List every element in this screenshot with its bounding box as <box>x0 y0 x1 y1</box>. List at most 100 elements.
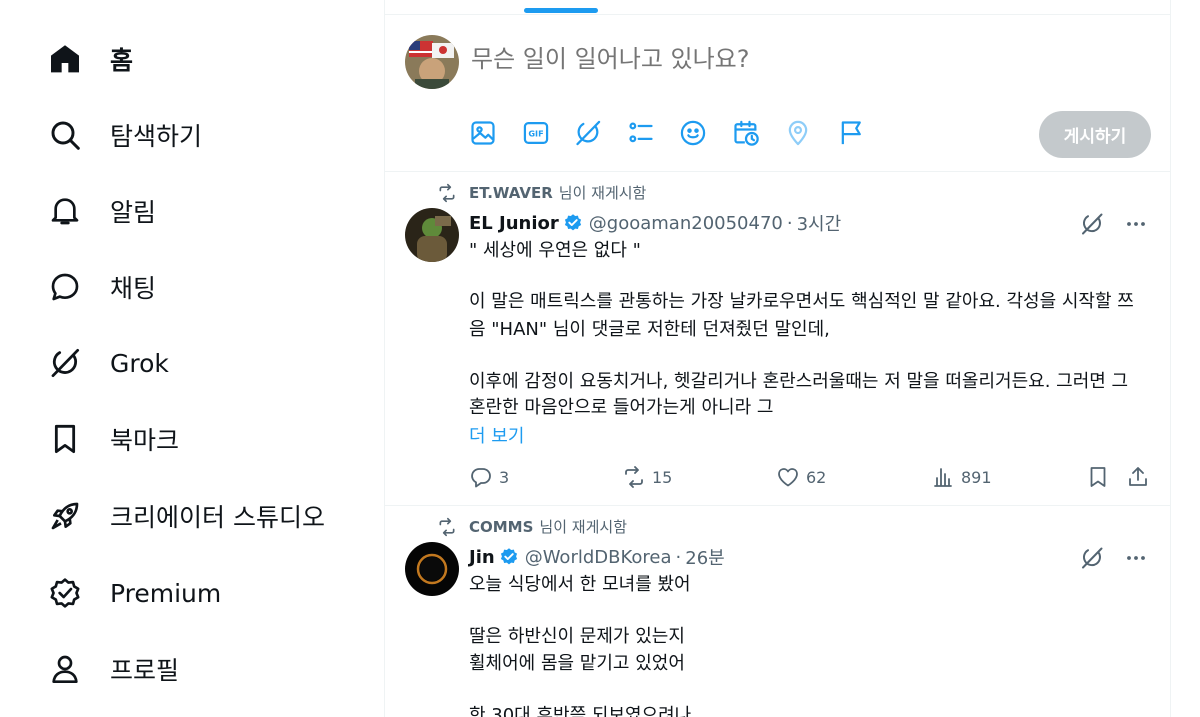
main-timeline: GIF 게시하기 ET.WAVER <box>384 0 1171 717</box>
post-header: Jin @WorldDBKorea · 26분 <box>469 544 725 570</box>
nav-item-chat[interactable]: 채팅 <box>48 262 156 312</box>
author-avatar[interactable] <box>405 208 459 262</box>
nav-item-creator-studio[interactable]: 크리에이터 스튜디오 <box>48 491 325 541</box>
composer-toolbar: GIF <box>469 119 889 149</box>
nav-label-bookmarks: 북마크 <box>110 426 180 455</box>
svg-text:GIF: GIF <box>528 129 543 139</box>
repost-button[interactable]: 15 <box>622 465 672 489</box>
nav-item-premium[interactable]: Premium <box>48 568 221 618</box>
nav-item-grok[interactable]: Grok <box>48 338 169 388</box>
bookmark-icon[interactable] <box>1086 465 1110 489</box>
heart-icon <box>778 468 798 487</box>
composer-avatar[interactable] <box>405 35 459 89</box>
repost-user[interactable]: ET.WAVER <box>469 184 553 202</box>
like-button[interactable]: 62 <box>776 465 826 489</box>
nav-item-profile[interactable]: 프로필 <box>48 644 179 694</box>
nav-item-notifications[interactable]: 알림 <box>48 186 156 236</box>
repost-suffix: 님이 재게시함 <box>558 184 647 202</box>
composer-input[interactable] <box>471 45 991 73</box>
timeline-post[interactable]: ET.WAVER 님이 재게시함 EL Junior @gooaman20050… <box>385 172 1170 506</box>
nav-label-notifications: 알림 <box>110 198 157 227</box>
reply-icon <box>471 468 491 488</box>
chat-bubble-icon <box>48 270 82 304</box>
repost-indicator: COMMS 님이 재게시함 <box>437 516 627 537</box>
post-text-line: 딸은 하반신이 문제가 있는지 <box>469 626 685 647</box>
grok-icon[interactable] <box>1078 544 1106 572</box>
schedule-icon[interactable] <box>732 119 760 147</box>
post-top-actions <box>1062 210 1150 238</box>
active-tab-indicator <box>524 8 598 13</box>
post-button[interactable]: 게시하기 <box>1039 111 1151 158</box>
more-options-icon[interactable] <box>1122 210 1150 238</box>
post-time[interactable]: 3시간 <box>797 210 842 236</box>
header-separator: · <box>786 212 793 234</box>
left-navigation: 홈 탐색하기 알림 채팅 Grok 북마크 크리에이터 스튜디오 Premium… <box>0 0 384 717</box>
show-more-link[interactable]: 더 보기 <box>469 422 524 448</box>
rocket-icon <box>48 499 82 533</box>
flag-icon[interactable] <box>837 119 865 147</box>
grok-icon <box>48 346 82 380</box>
nav-label-explore: 탐색하기 <box>110 122 203 151</box>
view-count: 891 <box>961 467 992 487</box>
gif-icon[interactable]: GIF <box>522 119 550 147</box>
views-button[interactable]: 891 <box>931 465 992 489</box>
nav-item-explore[interactable]: 탐색하기 <box>48 110 202 160</box>
repost-suffix: 님이 재게시함 <box>539 518 627 536</box>
verified-badge-icon <box>564 214 581 231</box>
post-metrics: 3 15 62 891 <box>469 465 1149 495</box>
post-text-line: 한 30대 후반쯤 되보였으려나 <box>469 705 692 717</box>
share-icon[interactable] <box>1126 465 1150 489</box>
author-name[interactable]: EL Junior <box>469 213 559 234</box>
image-icon[interactable] <box>469 119 497 147</box>
nav-label-grok: Grok <box>110 348 169 378</box>
timeline-tab-bar <box>385 0 1170 15</box>
repost-icon <box>439 183 455 202</box>
post-text-line: 휠체어에 몸을 맡기고 있었어 <box>469 653 685 674</box>
emoji-icon[interactable] <box>679 119 707 147</box>
nav-item-home[interactable]: 홈 <box>48 34 133 84</box>
author-handle[interactable]: @WorldDBKorea <box>525 547 672 568</box>
bell-icon <box>48 194 82 228</box>
post-composer: GIF 게시하기 <box>385 15 1170 172</box>
post-text-line: 혼란한 마음안으로 들어가는게 아니라 그 <box>469 397 774 418</box>
post-text-line: 음 "HAN" 님이 댓글로 저한테 던져줬던 말인데, <box>469 319 830 340</box>
nav-item-bookmarks[interactable]: 북마크 <box>48 414 179 464</box>
post-time[interactable]: 26분 <box>685 544 724 570</box>
post-text-line: 이 말은 매트릭스를 관통하는 가장 날카로우면서도 핵심적인 말 같아요. 각… <box>469 291 1134 312</box>
location-icon[interactable] <box>784 119 812 147</box>
grok-icon[interactable] <box>574 119 602 147</box>
nav-label-chat: 채팅 <box>110 274 157 303</box>
post-text-line: " 세상에 우연은 없다 " <box>469 240 641 261</box>
reply-button[interactable]: 3 <box>469 465 509 489</box>
bookmark-icon <box>48 422 82 456</box>
header-separator: · <box>675 546 682 568</box>
repost-indicator: ET.WAVER 님이 재게시함 <box>437 182 646 203</box>
poll-icon[interactable] <box>627 119 655 147</box>
repost-user[interactable]: COMMS <box>469 518 533 536</box>
nav-label-home: 홈 <box>110 46 134 75</box>
grok-icon[interactable] <box>1078 210 1106 238</box>
nav-label-premium: Premium <box>110 578 222 608</box>
analytics-icon <box>934 468 952 487</box>
repost-count: 15 <box>652 467 673 487</box>
person-icon <box>48 652 82 686</box>
author-handle[interactable]: @gooaman20050470 <box>589 213 783 234</box>
reply-count: 3 <box>499 467 510 487</box>
verified-badge-icon <box>500 548 517 565</box>
author-avatar[interactable] <box>405 542 459 596</box>
like-count: 62 <box>806 467 827 487</box>
home-icon <box>48 42 82 76</box>
repost-icon <box>625 466 643 488</box>
search-icon <box>48 118 82 152</box>
more-options-icon[interactable] <box>1122 544 1150 572</box>
premium-badge-icon <box>48 576 82 610</box>
nav-label-creator-studio: 크리에이터 스튜디오 <box>110 503 325 532</box>
nav-label-profile: 프로필 <box>110 656 180 685</box>
timeline-post[interactable]: COMMS 님이 재게시함 Jin @WorldDBKorea · 26분 오늘… <box>385 506 1170 717</box>
post-top-actions <box>1062 544 1150 572</box>
post-header: EL Junior @gooaman20050470 · 3시간 <box>469 210 841 236</box>
author-name[interactable]: Jin <box>469 547 495 568</box>
post-text-line: 오늘 식당에서 한 모녀를 봤어 <box>469 574 691 595</box>
repost-icon <box>439 517 455 536</box>
post-text-line: 이후에 감정이 요동치거나, 헷갈리거나 혼란스러울때는 저 말을 떠올리거든요… <box>469 371 1129 392</box>
